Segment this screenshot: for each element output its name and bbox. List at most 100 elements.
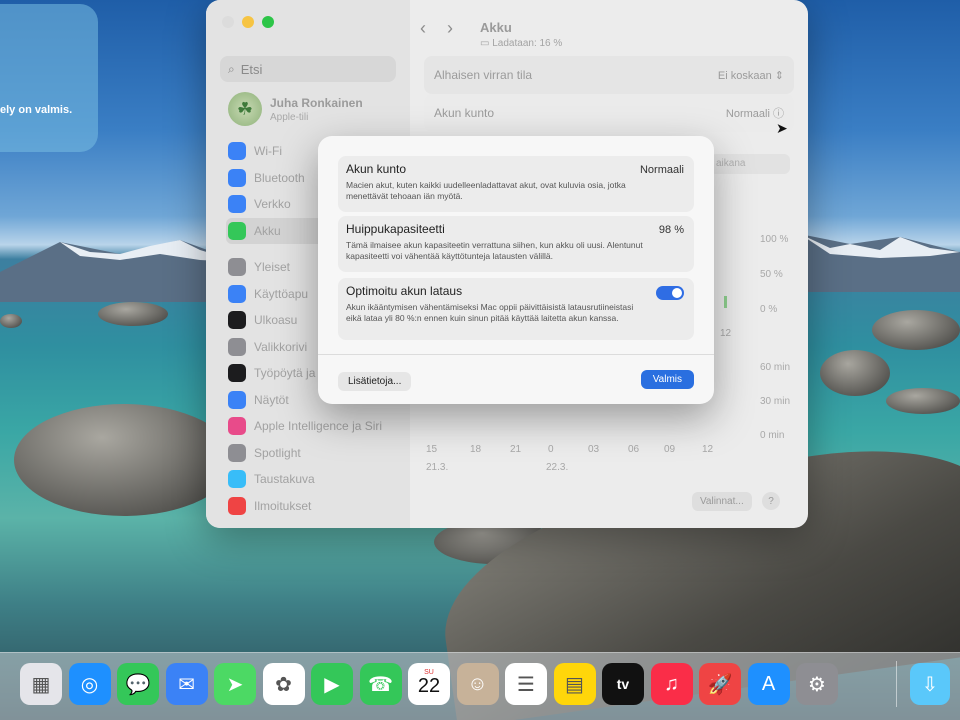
x-tick-label: 09 [664,444,676,455]
x-tick-label: 21 [510,444,522,455]
avatar: ☘ [228,92,262,126]
notification-text: ely on valmis. [0,104,73,116]
appearance-icon [228,311,246,330]
search-field[interactable]: ⌕ Etsi [220,56,396,82]
photos-icon[interactable]: ✿ [262,663,305,705]
siri-icon [228,417,246,436]
sidebar-item-label: Näytöt [254,392,289,407]
battery-bar [724,296,727,308]
done-button[interactable]: Valmis [640,370,694,389]
chart-range-hint: aikana [710,154,790,174]
apple-tv-label: tv [616,676,630,692]
notification-card[interactable]: ely on valmis. [0,4,98,152]
chevron-updown-icon: ⇕ [774,69,784,82]
optimized-charging-toggle[interactable] [656,286,684,300]
phone-icon[interactable]: ☎ [359,663,402,705]
battery-health-status: Normaali ⓘ [726,105,784,121]
safari-icon[interactable]: ◎ [68,663,111,705]
x-tick-label: 15 [426,444,438,455]
y-tick-label: 50 % [760,269,783,280]
background-rock [0,314,22,328]
app-store-icon[interactable]: A [747,663,790,705]
gear-icon [228,258,246,277]
contacts-icon[interactable]: ☺ [456,663,499,705]
sidebar-item-label: Verkko [254,197,291,212]
rocketsim-icon[interactable]: 🚀 [699,663,741,705]
sidebar-item-spotlight[interactable]: Spotlight [226,440,406,467]
forward-button[interactable]: › [447,18,453,38]
sidebar-item-label: Akku [254,223,281,238]
low-power-mode-select[interactable]: Ei koskaan ⇕ [718,69,784,82]
battery-condition-value: Normaali [639,164,684,176]
page-title: Akku [480,20,512,35]
battery-icon [228,221,246,240]
y-tick-label: 100 % [760,234,789,245]
battery-condition-description: Macien akut, kuten kaikki uudelleenladat… [346,180,626,201]
date-label: 22.3. [546,462,569,473]
apple-account[interactable]: ☘ Juha Ronkainen Apple-tili [228,92,363,126]
low-power-mode-row[interactable]: Alhaisen virran tila Ei koskaan ⇕ [424,56,794,94]
calendar-day: 22 [417,674,441,697]
launchpad-icon[interactable]: ▦ [20,663,62,705]
x-tick-label: 12 [720,328,732,339]
reminders-icon[interactable]: ☰ [505,663,547,705]
y-tick-label: 30 min [760,396,791,407]
system-settings-icon[interactable]: ⚙ [796,663,838,705]
spotlight-icon [228,443,246,462]
display-icon [228,390,246,409]
downloads-folder-icon[interactable]: ⇩ [910,663,950,705]
x-tick-label: 0 [548,444,554,455]
facetime-icon[interactable]: ▶ [311,663,353,705]
sidebar-item-ilmoitukset[interactable]: Ilmoitukset [226,493,406,520]
calendar-icon[interactable]: SU 22 [408,663,450,705]
options-button[interactable]: Valinnat... [692,492,752,511]
battery-health-row[interactable]: Akun kunto Normaali ⓘ [424,94,794,132]
battery-health-value: Normaali [725,108,770,120]
messages-icon[interactable]: 💬 [117,663,159,705]
x-tick-label: 18 [470,444,482,455]
zoom-button[interactable] [262,16,274,28]
maps-icon[interactable]: ➤ [214,663,256,705]
background-rock [886,388,960,414]
user-subtitle: Apple-tili [270,111,309,123]
y-tick-label: 60 min [760,362,791,373]
optimized-charging-description: Akun ikääntymisen vähentämiseksi Mac opp… [346,302,634,323]
x-tick-label: 03 [588,444,600,455]
x-tick-label: 06 [628,444,640,455]
accessibility-icon [228,284,246,303]
back-button[interactable]: ‹ [420,18,426,38]
dock-icon [228,364,246,383]
help-button[interactable]: ? [762,492,780,510]
sidebar-item-label: Käyttöapu [254,286,309,301]
sidebar-item-apple-intelligence-ja-siri[interactable]: Apple Intelligence ja Siri [226,413,406,440]
dock: ▦ ◎ 💬 ✉ ➤ ✿ ▶ ☎ SU 22 ☺ ☰ ▤ tv ♫ 🚀 A ⚙ ⇩ [0,652,960,720]
y-tick-label: 0 % [760,304,778,315]
sidebar-item-label: Taustakuva [254,472,315,487]
divider [318,354,714,355]
notifications-icon [228,496,246,515]
background-rock [820,350,890,396]
mail-icon[interactable]: ✉ [165,663,208,705]
sidebar-item-label: Spotlight [254,445,301,460]
search-placeholder: Etsi [240,61,263,77]
sidebar-item-label: Apple Intelligence ja Siri [254,419,383,434]
globe-icon [228,195,246,214]
wallpaper-icon [228,470,246,489]
optimized-charging-section: Optimoitu akun lataus Akun ikääntymisen … [338,278,694,340]
background-rock [14,404,234,516]
wifi-icon [228,142,246,161]
user-name: Juha Ronkainen [270,95,363,110]
info-icon[interactable]: ⓘ [773,108,784,120]
background-rock [872,310,960,350]
battery-condition-title: Akun kunto [346,162,407,176]
charging-status: ▭ Ladataan: 16 % [480,38,562,49]
minimize-button[interactable] [242,16,254,28]
apple-tv-icon[interactable]: tv [602,663,644,705]
maximum-capacity-value: 98 % [658,224,684,236]
more-info-button[interactable]: Lisätietoja... [338,372,412,391]
sidebar-item-taustakuva[interactable]: Taustakuva [226,466,406,493]
music-icon[interactable]: ♫ [650,663,693,705]
notes-icon[interactable]: ▤ [553,663,596,705]
close-button[interactable] [222,16,234,28]
y-tick-label: 0 min [760,430,785,441]
